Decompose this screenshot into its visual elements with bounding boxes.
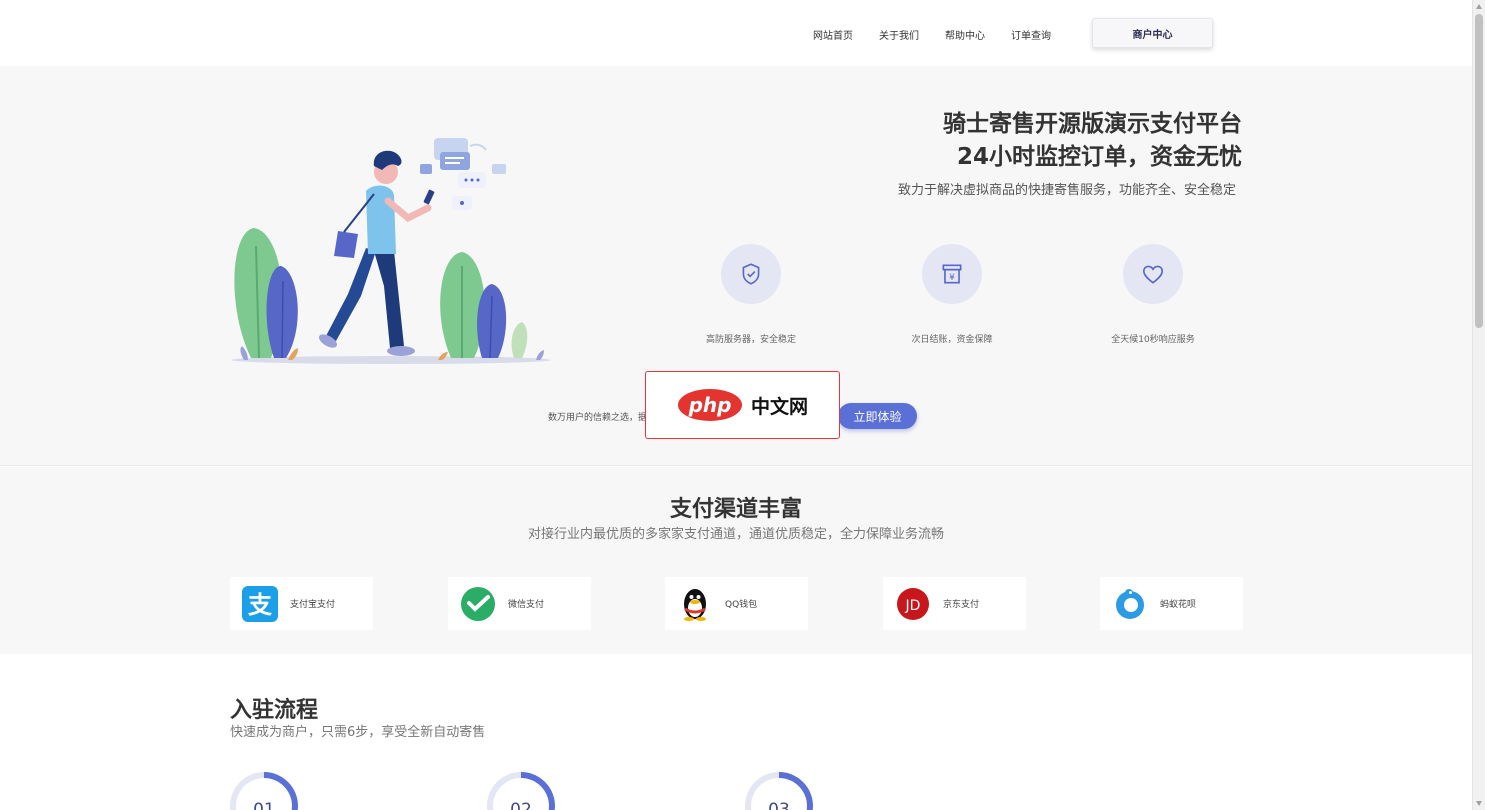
wechat-pay-icon xyxy=(461,586,495,621)
trust-text: 数万用户的信赖之选，据 xyxy=(548,413,648,423)
alipay-icon: 支 xyxy=(242,585,278,622)
channel-card-huabei: 蚂蚁花呗 xyxy=(1100,577,1243,630)
scroll-down-arrow-icon[interactable] xyxy=(1476,801,1482,806)
step-ring-2: 02 xyxy=(487,772,555,810)
hero-illustration xyxy=(231,138,551,364)
nav-home-link[interactable]: 网站首页 xyxy=(813,27,853,42)
hero-title-line1: 骑士寄售开源版演示支付平台 xyxy=(943,111,1242,137)
step-ring-1: 01 xyxy=(230,772,298,810)
channel-label: 京东支付 xyxy=(943,600,980,610)
step-number: 01 xyxy=(236,778,292,810)
nav-help-link[interactable]: 帮助中心 xyxy=(945,27,985,42)
page-scrollbar[interactable] xyxy=(1472,0,1485,810)
scroll-up-arrow-icon[interactable] xyxy=(1476,4,1482,9)
onboarding-title: 入驻流程 xyxy=(230,698,319,723)
feature-settlement: ¥ 次日结账，资金保障 xyxy=(872,244,1032,345)
payment-channels-section: 支付渠道丰富 对接行业内最优质的多家家支付通道，通道优质稳定，全力保障业务流畅 … xyxy=(0,467,1472,654)
svg-text:JD: JD xyxy=(905,598,921,614)
try-now-button[interactable]: 立即体验 xyxy=(838,403,917,429)
hero-subtitle: 致力于解决虚拟商品的快捷寄售服务，功能齐全、安全稳定 xyxy=(897,183,1236,198)
step-number: 02 xyxy=(493,778,549,810)
channel-card-wechat: 微信支付 xyxy=(448,577,591,630)
channels-subtitle: 对接行业内最优质的多家家支付通道，通道优质稳定，全力保障业务流畅 xyxy=(527,527,944,542)
channel-label: QQ钱包 xyxy=(725,600,758,610)
jd-icon: JD xyxy=(897,587,929,620)
merchant-center-button[interactable]: 商户中心 xyxy=(1092,18,1213,48)
step-ring-3: 03 xyxy=(745,772,813,810)
svg-text:支: 支 xyxy=(248,591,273,619)
channels-title: 支付渠道丰富 xyxy=(669,497,802,522)
yuan-archive-icon: ¥ xyxy=(922,244,982,304)
qq-penguin-icon xyxy=(684,588,706,621)
scrollbar-thumb[interactable] xyxy=(1475,14,1483,328)
nav-about-link[interactable]: 关于我们 xyxy=(879,27,919,42)
feature-settlement-label: 次日结账，资金保障 xyxy=(911,335,993,345)
feature-security: 高防服务器，安全稳定 xyxy=(671,244,831,345)
top-navbar: 网站首页 关于我们 帮助中心 订单查询 商户中心 xyxy=(0,0,1472,66)
step-number: 03 xyxy=(751,778,807,810)
channel-card-qq: QQ钱包 xyxy=(665,577,808,630)
watermark-text: 中文网 xyxy=(750,395,808,418)
huabei-icon xyxy=(1116,588,1144,619)
shield-check-icon xyxy=(721,244,781,304)
onboarding-subtitle: 快速成为商户，只需6步，享受全新自动寄售 xyxy=(230,725,486,740)
hero-title-line2: 24小时监控订单，资金无忧 xyxy=(956,144,1242,170)
channel-label: 微信支付 xyxy=(508,600,545,610)
php-logo-icon: php xyxy=(677,389,742,421)
channel-card-jd: JD 京东支付 xyxy=(883,577,1026,630)
channel-label: 蚂蚁花呗 xyxy=(1160,600,1197,610)
feature-support-label: 全天候10秒响应服务 xyxy=(1111,335,1195,345)
php-cn-watermark: php 中文网 xyxy=(645,371,840,439)
nav-order-query-link[interactable]: 订单查询 xyxy=(1011,27,1051,42)
hero-title: 骑士寄售开源版演示支付平台 24小时监控订单，资金无忧 xyxy=(943,108,1242,174)
heart-icon xyxy=(1123,244,1183,304)
channel-label: 支付宝支付 xyxy=(290,600,336,610)
svg-text:¥: ¥ xyxy=(949,273,955,283)
feature-support: 全天候10秒响应服务 xyxy=(1073,244,1233,345)
channel-card-alipay: 支 支付宝支付 xyxy=(230,577,373,630)
php-logo-text: php xyxy=(688,393,732,417)
feature-security-label: 高防服务器，安全稳定 xyxy=(705,335,796,345)
